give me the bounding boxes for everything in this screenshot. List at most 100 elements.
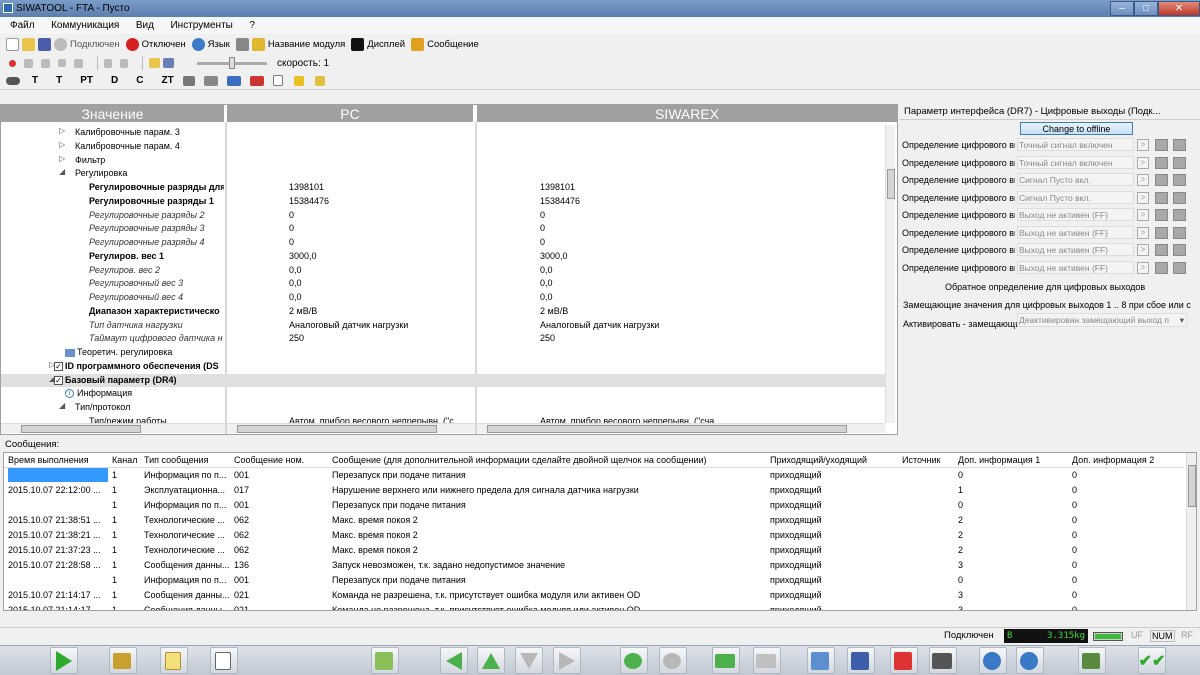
- menu-communication[interactable]: Коммуникация: [51, 20, 119, 31]
- grid-row[interactable]: Регулировочные разряды 3 0 0: [1, 222, 885, 236]
- grid-row[interactable]: Регулировочные разряды для 1398101 1398101: [1, 181, 885, 195]
- connect-button[interactable]: Подключен: [54, 37, 120, 51]
- output-select-button[interactable]: >: [1137, 209, 1149, 221]
- scroll-thumb[interactable]: [887, 169, 895, 199]
- tare-button[interactable]: T: [32, 75, 38, 86]
- expand-arrow-icon[interactable]: ▷: [59, 154, 65, 163]
- tare-delete-button[interactable]: T: [56, 75, 62, 86]
- arrow-left-button[interactable]: [440, 647, 468, 674]
- redo-button[interactable]: [659, 647, 687, 674]
- pc-horizontal-scrollbar[interactable]: [227, 423, 475, 433]
- grid-row[interactable]: Регулировочные разряды 1 15384476 15384476: [1, 195, 885, 209]
- output-definition-field[interactable]: Точный сигнал включен: [1017, 155, 1134, 169]
- expand-arrow-icon[interactable]: ▷: [59, 140, 65, 149]
- menu-help[interactable]: ?: [249, 20, 255, 31]
- messages-column-header[interactable]: Приходящий/уходящий: [770, 453, 900, 468]
- transfer-out-button[interactable]: [753, 647, 781, 674]
- message-row[interactable]: 1 Информация по п... 001 Перезапуск при под…: [4, 468, 1184, 483]
- messages-column-header[interactable]: Доп. информация 1: [958, 453, 1070, 468]
- expand-arrow-icon[interactable]: ◢: [59, 167, 65, 176]
- menu-view[interactable]: Вид: [136, 20, 154, 31]
- output-definition-field[interactable]: Выход не активен (FF): [1017, 208, 1134, 221]
- notes-button[interactable]: [160, 647, 188, 674]
- output-definition-field[interactable]: Сигнал Пусто вкл.: [1017, 173, 1134, 186]
- minimize-button[interactable]: –: [1110, 1, 1134, 16]
- column-header-siwarex[interactable]: SIWAREX: [477, 105, 897, 122]
- zero-icon[interactable]: [6, 76, 20, 85]
- save-files-button[interactable]: [847, 647, 875, 674]
- messages-column-header[interactable]: Канал: [112, 453, 142, 468]
- messages-column-header[interactable]: Сообщение ном.: [234, 453, 330, 468]
- column-header-value[interactable]: Значение: [1, 105, 224, 122]
- output-select-button[interactable]: >: [1137, 244, 1149, 256]
- siwarex-horizontal-scrollbar[interactable]: [477, 423, 885, 433]
- output-select-button[interactable]: >: [1137, 191, 1149, 204]
- output-definition-field[interactable]: Сигнал Пусто вкл.: [1017, 190, 1134, 204]
- arrow-up-button[interactable]: [477, 647, 505, 674]
- grid-row[interactable]: Диапазон характеристическо 2 мВ/В 2 мВ/В: [1, 305, 885, 319]
- output-select-button[interactable]: >: [1137, 226, 1149, 239]
- monitor-button[interactable]: [929, 647, 957, 674]
- grid-row[interactable]: Тип датчика нагрузки Аналоговый датчик на…: [1, 319, 885, 333]
- grid-row[interactable]: Регулиров. вес 2 0,0 0,0: [1, 264, 885, 278]
- expand-arrow-icon[interactable]: ▷: [59, 126, 65, 135]
- checkbox-icon[interactable]: ✓: [54, 361, 63, 371]
- output-definition-field[interactable]: Точный сигнал включен: [1017, 138, 1134, 151]
- value-horizontal-scrollbar[interactable]: [1, 423, 225, 433]
- preset-tare-button[interactable]: PT: [80, 75, 93, 86]
- grid-row[interactable]: Регулировочные разряды 4 0 0: [1, 236, 885, 250]
- message-row[interactable]: 1 Информация по п... 001 Перезапуск при под…: [4, 498, 1184, 513]
- maximize-button[interactable]: □: [1134, 1, 1158, 16]
- grid-row[interactable]: ▷ Фильтр: [1, 154, 885, 168]
- link-icon[interactable]: [163, 58, 174, 68]
- prev-icon[interactable]: [104, 58, 112, 68]
- service-icon[interactable]: [182, 75, 195, 86]
- menu-file[interactable]: Файл: [10, 20, 35, 31]
- play-step-icon[interactable]: [24, 58, 33, 68]
- c-button[interactable]: C: [136, 75, 143, 86]
- scroll-thumb[interactable]: [21, 425, 141, 433]
- service-tools-button[interactable]: [109, 647, 137, 674]
- messages-column-header[interactable]: Доп. информация 2: [1072, 453, 1182, 468]
- grid-row[interactable]: Регулировочный вес 3 0,0 0,0: [1, 277, 885, 291]
- grid-vertical-scrollbar[interactable]: [885, 125, 895, 423]
- message-row[interactable]: 2015.10.07 21:28:58 ... 1 Сообщения данны.…: [4, 558, 1184, 573]
- sound-button[interactable]: [1078, 647, 1106, 674]
- menu-tools[interactable]: Инструменты: [170, 20, 232, 31]
- grid-row[interactable]: Регулиров. вес 1 3000,0 3000,0: [1, 250, 885, 264]
- transfer-in-button[interactable]: [712, 647, 740, 674]
- scroll-thumb[interactable]: [237, 425, 437, 433]
- grid-row[interactable]: i Информация: [1, 387, 885, 401]
- output-select-button[interactable]: >: [1137, 174, 1149, 186]
- module-name-button[interactable]: Название модуля: [251, 37, 345, 51]
- grid-row[interactable]: ▷ Калибровочные парам. 4: [1, 140, 885, 154]
- message-row[interactable]: 2015.10.07 21:14:17 ... 1 Сообщения данны.…: [4, 588, 1184, 603]
- record-icon[interactable]: [9, 59, 16, 67]
- import-button[interactable]: [371, 647, 399, 674]
- delete-button[interactable]: [890, 647, 918, 674]
- expand-arrow-icon[interactable]: ◢: [59, 401, 65, 410]
- confirm-all-button[interactable]: ✔✔: [1138, 647, 1166, 674]
- print-icon[interactable]: [235, 37, 249, 51]
- messages-column-header[interactable]: Время выполнения: [8, 453, 108, 468]
- d-button[interactable]: D: [111, 75, 118, 86]
- grid-row[interactable]: Регулировочные разряды 2 0 0: [1, 209, 885, 223]
- output-definition-field[interactable]: Выход не активен (FF): [1017, 225, 1134, 239]
- checkbox-icon[interactable]: ✓: [54, 375, 63, 385]
- scroll-thumb[interactable]: [487, 425, 847, 433]
- grid-row[interactable]: ◢ Регулировка: [1, 167, 885, 181]
- messages-column-header[interactable]: Источник: [902, 453, 956, 468]
- grid-row[interactable]: ◢ ✓ Базовый параметр (DR4): [1, 373, 885, 388]
- yellow-dropdown-icon[interactable]: [293, 75, 304, 86]
- document-dropdown-icon[interactable]: [272, 75, 283, 86]
- grid-row[interactable]: Таймаут цифрового датчика н 250 250: [1, 332, 885, 346]
- close-button[interactable]: ✕: [1158, 1, 1200, 16]
- new-file-icon[interactable]: [6, 37, 19, 51]
- grid-row[interactable]: ◢ Тип/протокол: [1, 401, 885, 415]
- next-icon[interactable]: [120, 58, 128, 68]
- scale-dropdown-icon[interactable]: [249, 75, 264, 86]
- column-header-pc[interactable]: PC: [227, 105, 473, 122]
- message-button[interactable]: Сообщение: [411, 37, 479, 51]
- save-icon[interactable]: [38, 37, 51, 51]
- language-button[interactable]: Язык: [191, 37, 230, 51]
